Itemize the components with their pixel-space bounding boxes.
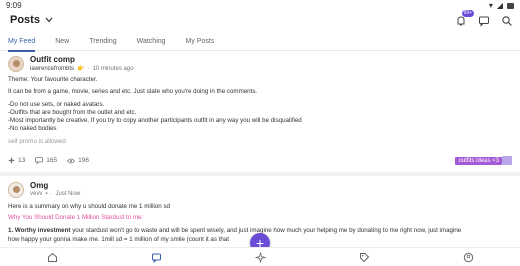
page-title: Posts	[10, 14, 40, 26]
feed-tabs: My Feed New Trending Watching My Posts	[0, 35, 520, 52]
top-bar: Posts 99+	[0, 10, 520, 32]
post-line: Theme: Your favourite character.	[8, 76, 98, 83]
comment-icon	[35, 157, 44, 164]
post-line: 1. Worthy investment your stardust won't…	[8, 227, 461, 235]
messages-button[interactable]	[477, 14, 491, 28]
home-icon	[47, 252, 57, 262]
eye-icon	[67, 158, 76, 163]
tab-watching[interactable]: Watching	[137, 35, 166, 51]
post-line: Why You Should Donate 1 Million Stardust…	[8, 214, 144, 221]
chat-icon	[479, 16, 489, 27]
search-icon	[502, 16, 512, 26]
meta-separator: ·	[87, 65, 90, 72]
comments-button[interactable]: 165	[35, 157, 57, 164]
like-button[interactable]: 13	[8, 157, 25, 164]
status-time: 9:09	[6, 1, 22, 10]
post-line: self promo is allowed	[8, 138, 66, 145]
tab-new[interactable]: New	[55, 35, 69, 51]
tag-icon	[359, 252, 369, 262]
post-meta: lawrencefrombts 👉 · 10 minutes ago	[30, 65, 134, 73]
post-line: It can be from a game, movie, series and…	[8, 88, 258, 95]
status-icons: ▾ ◢	[489, 1, 514, 10]
sparkle-icon	[8, 157, 15, 164]
post-meta: vevv ▪ · Just Now	[30, 191, 80, 197]
post-card[interactable]: Outfit comp lawrencefrombts 👉 · 10 minut…	[0, 52, 520, 170]
like-count: 13	[18, 157, 26, 164]
bottom-nav	[0, 247, 520, 266]
post-tag[interactable]: outfits ideas <3	[455, 157, 502, 165]
nav-posts[interactable]	[149, 250, 163, 264]
avatar[interactable]	[8, 182, 24, 198]
post-timestamp: Just Now	[55, 191, 81, 197]
signal-icon: ▾	[488, 1, 493, 10]
comment-count: 165	[46, 157, 58, 164]
profile-icon	[463, 252, 473, 262]
tab-my-posts[interactable]: My Posts	[186, 35, 215, 51]
author-name[interactable]: vevv	[30, 191, 42, 197]
search-button[interactable]	[500, 14, 514, 28]
user-flag-icon: ▪	[45, 191, 48, 197]
nav-home[interactable]	[45, 250, 59, 264]
nav-tags[interactable]	[357, 250, 371, 264]
views-indicator: 196	[67, 157, 89, 164]
notification-badge: 99+	[461, 10, 474, 17]
post-line: -No naked bodies	[8, 125, 57, 132]
post-actions: 13 165 196	[8, 157, 89, 164]
post-divider	[0, 172, 520, 176]
notifications-button[interactable]: 99+	[454, 10, 474, 28]
post-line-bold: 1. Worthy investment	[8, 227, 71, 234]
post-title[interactable]: Outfit comp	[30, 55, 75, 64]
meta-separator: ·	[50, 191, 53, 197]
posts-icon	[151, 253, 161, 263]
post-line: how happy your gonna make me. 1mill sd =…	[8, 236, 229, 243]
nav-profile[interactable]	[461, 250, 475, 264]
post-line: Here is a summary on why u should donate…	[8, 203, 170, 210]
view-count: 196	[78, 157, 89, 164]
author-name[interactable]: lawrencefrombts	[30, 66, 74, 72]
tab-my-feed[interactable]: My Feed	[8, 35, 36, 52]
post-title[interactable]: Omg	[30, 181, 48, 190]
tag-thumbnail-icon	[502, 156, 512, 165]
avatar[interactable]	[8, 56, 24, 72]
network-icon: ◢	[496, 1, 503, 10]
chevron-down-icon	[45, 17, 53, 23]
sparkle-nav-icon	[254, 251, 266, 263]
nav-stardust[interactable]	[253, 250, 267, 264]
status-bar: 9:09 ▾ ◢	[0, 0, 520, 12]
post-line-rest: your stardust won't go to waste and will…	[70, 227, 462, 234]
tab-trending[interactable]: Trending	[89, 35, 116, 51]
header-actions: 99+	[454, 10, 514, 28]
post-timestamp: 10 minutes ago	[92, 65, 134, 72]
hand-icon: 👉	[77, 66, 85, 72]
page-title-dropdown[interactable]: Posts	[10, 14, 53, 26]
battery-icon	[507, 2, 514, 9]
